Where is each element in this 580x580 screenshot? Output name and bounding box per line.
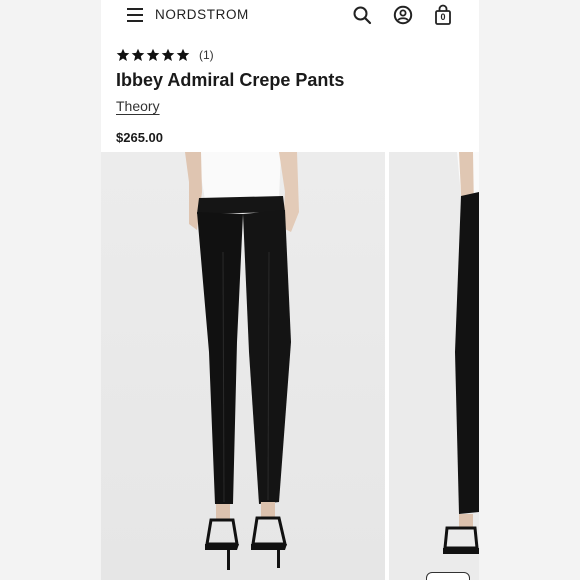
star-icon: [176, 48, 190, 61]
review-count[interactable]: (1): [199, 48, 214, 62]
product-page: NORDSTROM 0 (1) Ibbey Admiral Crepe Pant…: [101, 0, 479, 580]
star-icon: [161, 48, 175, 61]
bottom-chip[interactable]: [426, 572, 470, 580]
top-navigation-bar: NORDSTROM 0: [101, 0, 479, 32]
bag-count: 0: [440, 12, 446, 22]
model-side-illustration: [443, 152, 479, 554]
model-front-illustration: [185, 152, 299, 570]
search-icon[interactable]: [352, 5, 372, 25]
product-title: Ibbey Admiral Crepe Pants: [116, 70, 345, 90]
rating-row[interactable]: (1): [116, 46, 456, 64]
brand-link[interactable]: Theory: [116, 98, 160, 114]
star-icon: [116, 48, 130, 61]
front-view-photo[interactable]: [101, 152, 385, 580]
hamburger-menu-icon[interactable]: [127, 8, 143, 22]
star-icon: [146, 48, 160, 61]
brand-logo[interactable]: NORDSTROM: [155, 7, 249, 22]
product-info: (1) Ibbey Admiral Crepe Pants Theory $26…: [116, 46, 456, 145]
product-price: $265.00: [116, 130, 163, 145]
left-backdrop: [0, 0, 101, 580]
star-icon: [131, 48, 145, 61]
right-backdrop: [479, 0, 580, 580]
bag-button[interactable]: 0: [434, 4, 452, 26]
side-view-photo[interactable]: [389, 152, 479, 580]
account-icon[interactable]: [393, 5, 413, 25]
